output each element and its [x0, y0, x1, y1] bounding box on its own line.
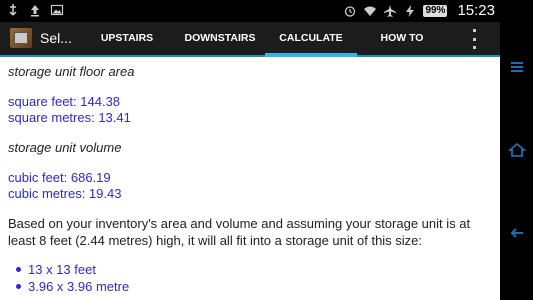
upload-icon [31, 5, 39, 17]
alarm-icon [345, 5, 356, 17]
cubic-feet-value: cubic feet: 686.19 [8, 170, 111, 185]
overflow-menu-icon[interactable] [470, 29, 478, 49]
tab-upstairs[interactable]: UPSTAIRS [86, 22, 168, 55]
summary-line-2: least 8 feet (2.44 metres) high, it will… [8, 233, 423, 248]
volume-heading: storage unit volume [8, 140, 122, 155]
tab-calculate[interactable]: CALCULATE [265, 22, 357, 57]
airplane-icon [384, 4, 397, 17]
tab-how-to[interactable]: HOW TO [360, 22, 444, 55]
summary-line-1: Based on your inventory's area and volum… [8, 216, 471, 231]
charging-icon [406, 4, 415, 17]
notification-icons [6, 3, 64, 17]
app-icon[interactable] [10, 28, 32, 48]
list-item: 13 x 13 feet [8, 261, 129, 278]
floor-area-heading: storage unit floor area [8, 64, 135, 79]
action-bar: Sel... UPSTAIRS DOWNSTAIRS CALCULATE HOW… [0, 22, 500, 57]
battery-level: 99% [423, 4, 448, 17]
clock: 15:23 [457, 2, 495, 19]
tab-downstairs[interactable]: DOWNSTAIRS [178, 22, 262, 55]
app-title[interactable]: Sel... [40, 30, 72, 46]
cubic-metres-value: cubic metres: 19.43 [8, 186, 122, 201]
square-metres-value: square metres: 13.41 [8, 110, 131, 125]
wifi-icon [364, 6, 377, 16]
usb-icon [9, 4, 17, 16]
image-icon [50, 4, 64, 16]
unit-size-list: 13 x 13 feet 3.96 x 3.96 metre [8, 261, 129, 295]
square-feet-value: square feet: 144.38 [8, 94, 121, 109]
navigation-bar [500, 0, 533, 300]
status-bar: 99% 15:23 [0, 0, 533, 22]
menu-icon[interactable] [508, 58, 526, 76]
list-item: 3.96 x 3.96 metre [8, 278, 129, 295]
calculation-results: storage unit floor area square feet: 144… [0, 57, 500, 300]
back-icon[interactable] [508, 224, 526, 242]
system-icons: 99% 15:23 [343, 2, 495, 19]
home-icon[interactable] [508, 141, 526, 159]
